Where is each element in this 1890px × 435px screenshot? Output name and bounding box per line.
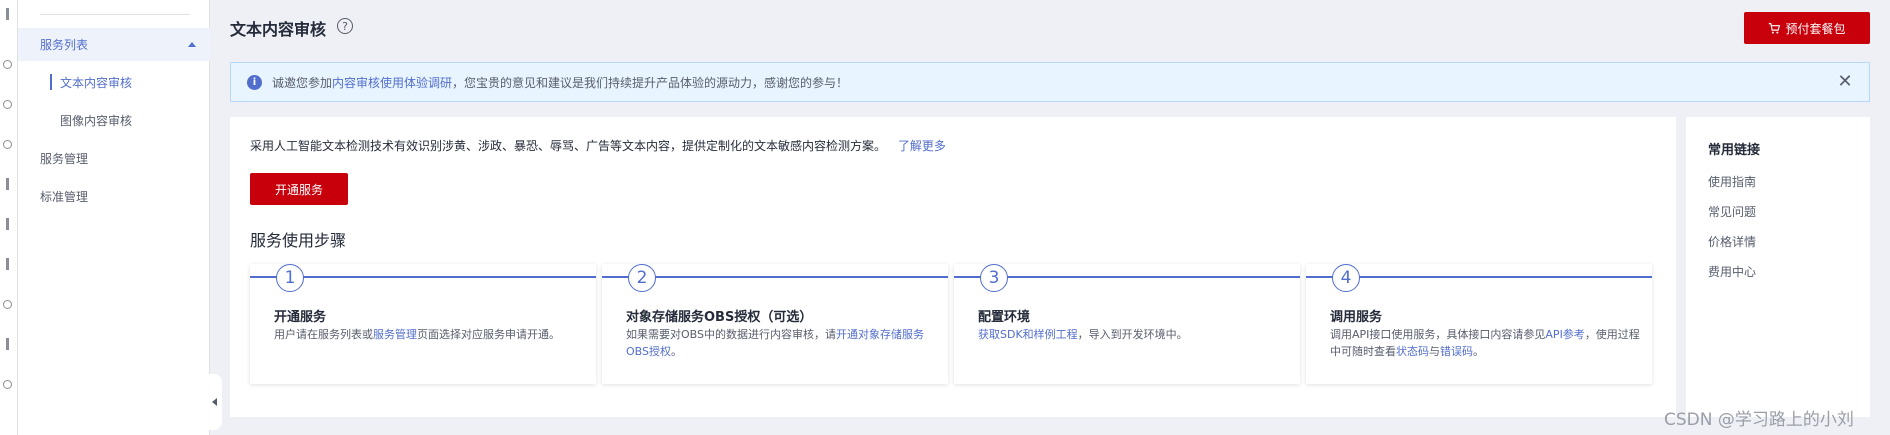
step-description: 获取SDK和样例工程，导入到开发环境中。	[978, 326, 1288, 343]
step-description: 如果需要对OBS中的数据进行内容审核，请开通对象存储服务OBS授权。	[626, 326, 936, 360]
status-code-link[interactable]: 状态码	[1396, 345, 1429, 358]
step-number: 4	[1332, 264, 1360, 292]
buy-package-label: 预付套餐包	[1785, 21, 1846, 36]
survey-notice: i 诚邀您参加 内容审核使用体验调研 ，您宝贵的意见和建议是我们持续提升产品体验…	[230, 62, 1870, 102]
survey-link[interactable]: 内容审核使用体验调研	[332, 74, 452, 91]
sidebar-group-label: 服务列表	[40, 38, 89, 52]
step-card: 3 配置环境 获取SDK和样例工程，导入到开发环境中。	[954, 264, 1300, 384]
sidebar-group-service-list[interactable]: 服务列表	[18, 28, 210, 61]
step-text: 与	[1429, 345, 1440, 358]
nav-icon[interactable]	[3, 60, 12, 69]
step-card: 1 开通服务 用户请在服务列表或服务管理页面选择对应服务申请开通。	[250, 264, 596, 384]
step-text: 如果需要对OBS中的数据进行内容审核，请	[626, 328, 836, 341]
common-links-title: 常用链接	[1708, 143, 1761, 158]
nav-icon[interactable]	[3, 380, 12, 389]
menu-icon[interactable]	[6, 8, 9, 20]
sidebar: 服务列表 文本内容审核 图像内容审核 服务管理 标准管理	[18, 0, 210, 435]
sidebar-item-text-moderation[interactable]: 文本内容审核	[18, 68, 210, 96]
sidebar-item-service-management[interactable]: 服务管理	[18, 143, 210, 173]
step-text: 页面选择对应服务申请开通。	[417, 328, 560, 341]
nav-icon[interactable]	[3, 300, 12, 309]
page-title: 文本内容审核	[230, 20, 327, 39]
error-code-link[interactable]: 错误码	[1440, 345, 1473, 358]
steps-heading: 服务使用步骤	[250, 231, 347, 250]
step-title: 对象存储服务OBS授权（可选）	[626, 310, 813, 325]
intro-text: 采用人工智能文本检测技术有效识别涉黄、涉政、暴恐、辱骂、广告等文本内容，提供定制…	[250, 139, 887, 153]
nav-icon[interactable]	[3, 140, 12, 149]
divider	[40, 14, 190, 15]
sidebar-collapse-button[interactable]	[206, 374, 222, 430]
notice-text-post: ，您宝贵的意见和建议是我们持续提升产品体验的源动力，感谢您的参与！	[452, 75, 849, 90]
nav-icon[interactable]	[6, 178, 9, 190]
sidebar-item-standard-management[interactable]: 标准管理	[18, 181, 210, 211]
cart-icon	[1769, 22, 1781, 34]
nav-icon[interactable]	[3, 100, 12, 109]
step-text: 调用API接口使用服务，具体接口内容请参见	[1330, 328, 1546, 341]
nav-icon[interactable]	[6, 218, 9, 230]
buy-package-button[interactable]: 预付套餐包	[1744, 12, 1870, 44]
step-number: 3	[980, 264, 1008, 292]
service-intro-card: 采用人工智能文本检测技术有效识别涉黄、涉政、暴恐、辱骂、广告等文本内容，提供定制…	[230, 117, 1676, 417]
api-reference-link[interactable]: API参考	[1545, 328, 1584, 341]
common-links-card: 常用链接 使用指南 常见问题 价格详情 费用中心	[1686, 117, 1870, 417]
sidebar-item-label: 文本内容审核	[60, 75, 133, 90]
step-text: ，导入到开发环境中。	[1077, 328, 1188, 341]
question-circle-icon[interactable]: ?	[337, 18, 353, 34]
step-number: 2	[628, 264, 656, 292]
step-number: 1	[276, 264, 304, 292]
step-text: 。	[671, 345, 682, 358]
watermark: CSDN @学习路上的小刘	[1664, 410, 1854, 430]
link-pricing[interactable]: 价格详情	[1708, 233, 1756, 250]
sidebar-item-label: 图像内容审核	[60, 113, 133, 128]
step-card: 4 调用服务 调用API接口使用服务，具体接口内容请参见API参考，使用过程中可…	[1306, 264, 1652, 384]
open-service-button[interactable]: 开通服务	[250, 173, 348, 205]
step-text: 。	[1473, 345, 1484, 358]
step-text: 用户请在服务列表或	[274, 328, 373, 341]
icon-rail	[0, 0, 18, 435]
service-management-link[interactable]: 服务管理	[373, 328, 417, 341]
step-title: 配置环境	[978, 310, 1031, 325]
nav-icon[interactable]	[6, 258, 9, 270]
notice-text-pre: 诚邀您参加	[272, 75, 333, 90]
link-user-guide[interactable]: 使用指南	[1708, 173, 1756, 190]
close-icon[interactable]: ✕	[1837, 73, 1853, 91]
sidebar-item-label: 标准管理	[40, 189, 89, 204]
step-title: 调用服务	[1330, 310, 1383, 325]
link-faq[interactable]: 常见问题	[1708, 203, 1756, 220]
step-title: 开通服务	[274, 310, 327, 325]
info-icon: i	[247, 74, 262, 90]
step-description: 调用API接口使用服务，具体接口内容请参见API参考，使用过程中可随时查看状态码…	[1330, 326, 1640, 360]
nav-icon[interactable]	[6, 338, 9, 350]
chevron-left-icon	[211, 398, 217, 406]
chevron-up-icon	[188, 42, 196, 47]
service-description: 采用人工智能文本检测技术有效识别涉黄、涉政、暴恐、辱骂、广告等文本内容，提供定制…	[250, 137, 946, 154]
sdk-link[interactable]: 获取SDK和样例工程	[978, 328, 1078, 341]
link-billing-center[interactable]: 费用中心	[1708, 263, 1756, 280]
step-description: 用户请在服务列表或服务管理页面选择对应服务申请开通。	[274, 326, 584, 343]
sidebar-item-label: 服务管理	[40, 151, 89, 166]
sidebar-item-image-moderation[interactable]: 图像内容审核	[18, 106, 210, 134]
step-card: 2 对象存储服务OBS授权（可选） 如果需要对OBS中的数据进行内容审核，请开通…	[602, 264, 948, 384]
learn-more-link[interactable]: 了解更多	[898, 139, 946, 153]
